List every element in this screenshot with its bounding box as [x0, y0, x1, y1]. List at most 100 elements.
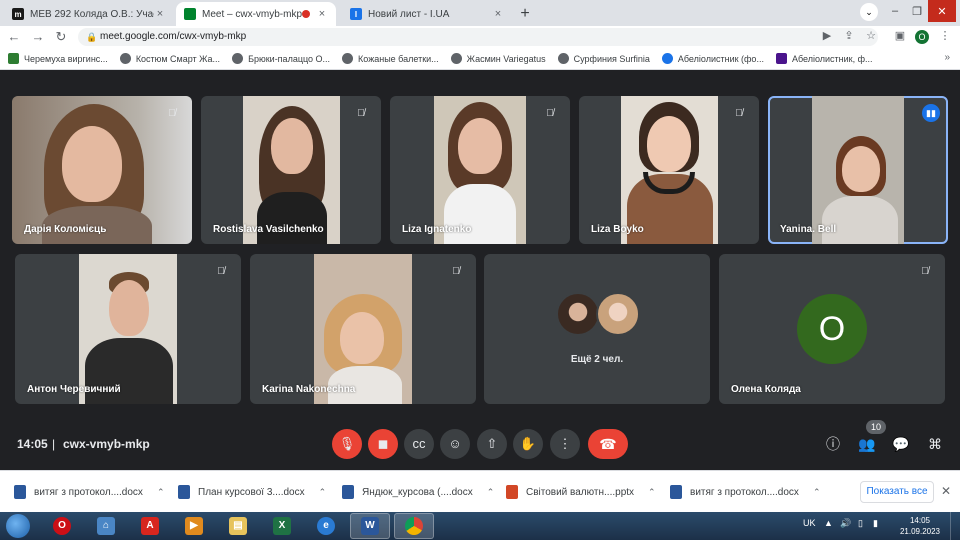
iua-favicon-icon: I — [350, 8, 362, 20]
chat-icon[interactable]: 💬 — [891, 434, 911, 454]
browser-menu-icon[interactable]: ⋮ — [938, 29, 952, 43]
mic-off-icon: 🎙̸ — [357, 108, 365, 119]
participant-name: Антон Черевичний — [27, 384, 121, 395]
chevron-up-icon[interactable]: ⌃ — [319, 487, 327, 498]
chevron-up-icon[interactable]: ⌃ — [487, 487, 495, 498]
volume-icon[interactable]: 🔊 — [840, 518, 851, 529]
side-panel-icon[interactable]: ▣ — [893, 29, 907, 43]
browser-tab-strip: m МЕВ 292 Коляда О.В.: Учасники × Meet –… — [0, 0, 960, 26]
excel-taskbar-icon[interactable]: X — [262, 513, 302, 539]
download-item[interactable]: витяг з протокол....docx ⌃ — [14, 483, 164, 501]
restore-icon[interactable]: ❐ — [906, 0, 928, 22]
people-icon[interactable]: 👥 — [857, 434, 877, 454]
participant-tile[interactable]: О 🎙̸ Олена Коляда — [719, 254, 945, 404]
participant-tile[interactable]: 🎙̸ Liza Ignatenko — [390, 96, 570, 244]
bookmark-item[interactable]: Черемуха виргинс... — [8, 53, 108, 64]
tab-meb-participants[interactable]: m МЕВ 292 Коляда О.В.: Учасники × — [4, 2, 174, 26]
new-tab-button[interactable]: + — [515, 4, 535, 24]
meeting-controls-bar: 14:05 | cwx-vmyb-mkp 🎙 ◼ cc ☺ ⇧ ✋ ⋮ ☎ ⓘ … — [0, 420, 960, 470]
minimize-icon[interactable]: – — [884, 0, 906, 22]
close-tab-icon[interactable]: × — [154, 8, 166, 20]
bookmark-favicon-icon — [8, 53, 19, 64]
start-button-icon[interactable] — [6, 514, 30, 538]
participant-name: Liza Ignatenko — [402, 224, 472, 235]
captions-button[interactable]: cc — [404, 429, 434, 459]
participant-tile[interactable]: 🎙̸ Rostislava Vasilchenko — [201, 96, 381, 244]
chevron-up-icon[interactable]: ⌃ — [648, 487, 656, 498]
bookmark-item[interactable]: Костюм Смарт Жа... — [119, 53, 220, 64]
bookmark-item[interactable]: Брюки-палаццо О... — [232, 53, 330, 64]
tray-expand-icon[interactable]: ▲ — [824, 518, 833, 528]
reload-icon[interactable]: ↻ — [53, 29, 69, 45]
close-tab-icon[interactable]: × — [492, 8, 504, 20]
media-player-taskbar-icon[interactable]: ▶ — [174, 513, 214, 539]
word-file-icon — [178, 485, 190, 499]
network-icon[interactable]: ▮ — [873, 518, 878, 529]
bookmark-star-icon[interactable]: ☆ — [864, 29, 878, 43]
battery-icon[interactable]: ▯ — [858, 518, 863, 529]
moodle-favicon-icon: m — [12, 8, 24, 20]
bookmark-item[interactable]: Абеліолистник (фо... — [661, 53, 764, 64]
participant-video — [434, 96, 526, 244]
bookmark-favicon-icon — [232, 53, 244, 64]
participant-tile-active-speaker[interactable]: ▮▮ Yanina. Bell — [768, 96, 948, 244]
more-options-button[interactable]: ⋮ — [550, 429, 580, 459]
chrome-taskbar-icon[interactable] — [394, 513, 434, 539]
share-icon[interactable]: ⇪ — [842, 29, 856, 43]
more-participants-tile[interactable]: Ещё 2 чел. — [484, 254, 710, 404]
ie-taskbar-icon[interactable]: e — [306, 513, 346, 539]
meeting-details-icon[interactable]: ⓘ — [823, 434, 843, 454]
acrobat-taskbar-icon[interactable]: A — [130, 513, 170, 539]
tab-iua-mail[interactable]: I Новий лист - I.UA × — [342, 2, 512, 26]
download-item[interactable]: План курсової 3....docx ⌃ — [178, 483, 326, 501]
download-item[interactable]: витяг з протокол....docx ⌃ — [670, 483, 820, 501]
profile-avatar[interactable]: O — [915, 30, 929, 44]
raise-hand-button[interactable]: ✋ — [513, 429, 543, 459]
forward-icon[interactable]: → — [30, 29, 46, 45]
close-tab-icon[interactable]: × — [316, 8, 328, 20]
camera-in-use-icon[interactable]: ▶ — [820, 29, 834, 43]
tab-meet[interactable]: Meet – cwx-vmyb-mkp × — [176, 2, 336, 26]
show-desktop-button[interactable] — [950, 512, 960, 540]
avatar — [556, 292, 600, 336]
participant-name: Дарія Коломієць — [24, 224, 107, 235]
tab-search-icon[interactable]: ⌄ — [860, 3, 878, 21]
participant-tile[interactable]: 🎙̸ Дарія Коломієць — [12, 96, 192, 244]
download-item[interactable]: Яндюк_курсова (....docx ⌃ — [342, 483, 494, 501]
bookmark-item[interactable]: Сурфиния Surfinia — [557, 53, 650, 64]
bookmark-item[interactable]: Абеліолистник, ф... — [775, 53, 873, 64]
system-clock[interactable]: 14:05 21.09.2023 — [895, 515, 945, 537]
explorer-taskbar-icon[interactable]: ▤ — [218, 513, 258, 539]
network-taskbar-icon[interactable]: ⌂ — [86, 513, 126, 539]
participant-tile[interactable]: 🎙̸ Liza Boyko — [579, 96, 759, 244]
more-bookmarks-icon[interactable]: » — [944, 52, 950, 63]
activities-icon[interactable]: ⌘ — [925, 434, 945, 454]
bookmark-item[interactable]: Жасмин Variegatus — [450, 53, 546, 64]
mic-off-icon: 🎙̸ — [921, 266, 929, 277]
bookmarks-bar: Черемуха виргинс... Костюм Смарт Жа... Б… — [0, 48, 960, 70]
reactions-button[interactable]: ☺ — [440, 429, 470, 459]
present-screen-button[interactable]: ⇧ — [477, 429, 507, 459]
participant-name: Yanina. Bell — [780, 224, 837, 235]
camera-toggle-button[interactable]: ◼ — [368, 429, 398, 459]
chevron-up-icon[interactable]: ⌃ — [813, 487, 821, 498]
clock-date: 21.09.2023 — [899, 527, 941, 536]
address-bar[interactable]: 🔒 meet.google.com/cwx-vmyb-mkp — [78, 28, 878, 46]
participant-tile[interactable]: 🎙̸ Антон Черевичний — [15, 254, 241, 404]
show-all-downloads-button[interactable]: Показать все — [860, 481, 934, 503]
leave-call-button[interactable]: ☎ — [588, 429, 628, 459]
mic-toggle-button[interactable]: 🎙 — [332, 429, 362, 459]
download-item[interactable]: Світовий валютн....pptx ⌃ — [506, 483, 656, 501]
word-taskbar-icon[interactable]: W — [350, 513, 390, 539]
chevron-up-icon[interactable]: ⌃ — [157, 487, 165, 498]
opera-taskbar-icon[interactable]: O — [42, 513, 82, 539]
participant-video — [314, 254, 412, 404]
close-window-icon[interactable]: ✕ — [928, 0, 956, 22]
close-downloads-icon[interactable]: ✕ — [941, 484, 951, 498]
back-icon[interactable]: ← — [6, 29, 22, 45]
downloads-bar: витяг з протокол....docx ⌃ План курсової… — [0, 470, 960, 512]
bookmark-item[interactable]: Кожаные балетки... — [342, 53, 439, 64]
keyboard-language[interactable]: UK — [803, 518, 816, 528]
mic-off-icon: 🎙̸ — [168, 108, 176, 119]
participant-tile[interactable]: 🎙̸ Karina Nakonechna — [250, 254, 476, 404]
